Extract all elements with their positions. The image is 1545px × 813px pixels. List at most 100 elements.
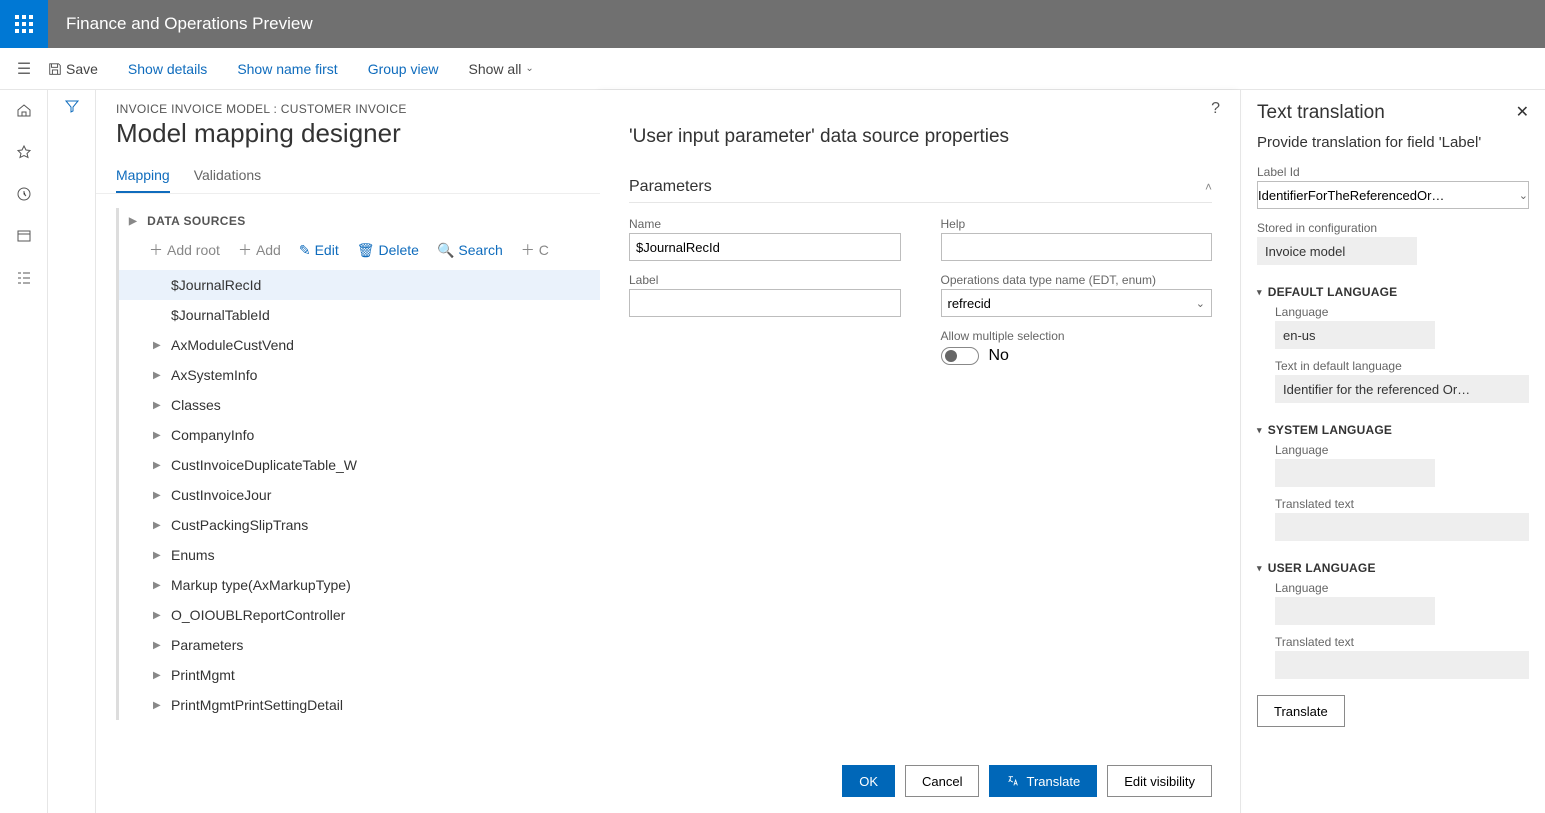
search-button[interactable]: 🔍Search (437, 242, 503, 259)
chevron-down-icon: ⌄ (1519, 189, 1528, 202)
tree-item[interactable]: ▶CustInvoiceDuplicateTable_W (119, 450, 600, 480)
show-all-button[interactable]: Show all ⌄ (469, 61, 534, 77)
workspaces-icon[interactable] (14, 226, 34, 246)
tab-mapping[interactable]: Mapping (116, 159, 170, 193)
pencil-icon: ✎ (299, 242, 311, 259)
recent-icon[interactable] (14, 184, 34, 204)
left-nav-rail (0, 90, 48, 813)
chevron-down-icon: ⌄ (525, 63, 533, 74)
default-language-group-header[interactable]: ▾DEFAULT LANGUAGE (1257, 285, 1529, 299)
hamburger-button[interactable]: ☰ (0, 59, 48, 79)
tree-item[interactable]: ▶CustInvoiceJour (119, 480, 600, 510)
show-all-label: Show all (469, 61, 522, 77)
user-text-label: Translated text (1275, 635, 1529, 649)
filter-icon[interactable] (48, 98, 95, 119)
tree-item[interactable]: ▶Classes (119, 390, 600, 420)
allow-multiple-label: Allow multiple selection (941, 329, 1213, 343)
system-language-group-header[interactable]: ▾SYSTEM LANGUAGE (1257, 423, 1529, 437)
name-field-label: Name (629, 217, 901, 231)
tree-item-label: Parameters (171, 637, 243, 653)
properties-dialog: ? 'User input parameter' data source pro… (600, 90, 1240, 813)
home-icon[interactable] (14, 100, 34, 120)
plus-icon: ＋ (238, 240, 252, 260)
parameters-section-header[interactable]: Parameters ˄ (629, 178, 1212, 203)
tree-item-label: O_OIOUBLReportController (171, 607, 345, 623)
expand-icon: ▶ (153, 520, 171, 531)
add-root-button[interactable]: ＋Add root (149, 240, 220, 260)
label-field[interactable] (629, 289, 901, 317)
modules-icon[interactable] (14, 268, 34, 288)
label-field-label: Label (629, 273, 901, 287)
save-label: Save (66, 61, 98, 77)
translate-button-label: Translate (1026, 774, 1080, 789)
tree-item[interactable]: ▶AxSystemInfo (119, 360, 600, 390)
system-text-label: Translated text (1275, 497, 1529, 511)
chevron-right-icon: ▶ (129, 216, 137, 227)
data-sources-header[interactable]: ▶ DATA SOURCES (119, 208, 600, 234)
save-button[interactable]: Save (48, 61, 98, 77)
label-id-label: Label Id (1257, 165, 1529, 179)
tree-item[interactable]: ▶CompanyInfo (119, 420, 600, 450)
group-view-button[interactable]: Group view (368, 61, 439, 77)
plus-icon: ＋ (149, 240, 163, 260)
tree-item[interactable]: ▶PrintMgmt (119, 660, 600, 690)
more-button[interactable]: ＋C (521, 240, 549, 260)
plus-icon: ＋ (521, 240, 535, 260)
expand-icon: ▶ (153, 430, 171, 441)
tree-item-label: Markup type(AxMarkupType) (171, 577, 351, 593)
command-bar: ☰ Save Show details Show name first Grou… (0, 48, 1545, 90)
tree-item-label: CustInvoiceDuplicateTable_W (171, 457, 357, 473)
edt-field[interactable]: refrecid ⌄ (941, 289, 1213, 317)
show-name-first-button[interactable]: Show name first (237, 61, 337, 77)
filter-column (48, 90, 96, 813)
tree-item[interactable]: $JournalRecId (119, 270, 600, 300)
help-field[interactable] (941, 233, 1213, 261)
tree-item[interactable]: ▶CustPackingSlipTrans (119, 510, 600, 540)
allow-multiple-toggle[interactable] (941, 347, 979, 365)
tree-item-label: CustInvoiceJour (171, 487, 271, 503)
tree-item-label: Classes (171, 397, 221, 413)
tree-item[interactable]: ▶Markup type(AxMarkupType) (119, 570, 600, 600)
tree-item[interactable]: ▶Parameters (119, 630, 600, 660)
ok-button[interactable]: OK (842, 765, 895, 797)
show-details-button[interactable]: Show details (128, 61, 207, 77)
tree-item[interactable]: ▶PrintMgmtPrintSettingDetail (119, 690, 600, 720)
user-language-group-header[interactable]: ▾USER LANGUAGE (1257, 561, 1529, 575)
edit-visibility-button[interactable]: Edit visibility (1107, 765, 1212, 797)
section-label: Parameters (629, 178, 712, 196)
help-icon[interactable]: ? (1211, 100, 1220, 118)
expand-icon: ▶ (153, 700, 171, 711)
app-launcher-button[interactable] (0, 0, 48, 48)
default-text-value: Identifier for the referenced Or… (1275, 375, 1529, 403)
stored-config-label: Stored in configuration (1257, 221, 1529, 235)
tree-item-label: CustPackingSlipTrans (171, 517, 308, 533)
tree-item-label: AxModuleCustVend (171, 337, 294, 353)
label-id-dropdown[interactable]: IdentifierForTheReferencedOr… ⌄ (1257, 181, 1529, 209)
expand-icon: ▶ (153, 640, 171, 651)
close-icon[interactable]: ✕ (1516, 102, 1529, 122)
tab-bar: Mapping Validations (96, 159, 600, 194)
edit-button[interactable]: ✎Edit (299, 242, 339, 259)
help-field-label: Help (941, 217, 1213, 231)
delete-button[interactable]: 🗑Delete (357, 242, 419, 259)
expand-icon: ▶ (153, 550, 171, 561)
expand-icon: ▶ (153, 460, 171, 471)
page-title: Model mapping designer (96, 118, 600, 159)
tree-item[interactable]: $JournalTableId (119, 300, 600, 330)
translate-button[interactable]: Translate (989, 765, 1097, 797)
tree-item-label: PrintMgmt (171, 667, 235, 683)
tree-item[interactable]: ▶O_OIOUBLReportController (119, 600, 600, 630)
save-icon (48, 62, 62, 76)
translate-action-button[interactable]: Translate (1257, 695, 1345, 727)
name-field[interactable] (629, 233, 901, 261)
tree-item[interactable]: ▶AxModuleCustVend (119, 330, 600, 360)
user-lang-label: Language (1275, 581, 1529, 595)
tree-item[interactable]: ▶Enums (119, 540, 600, 570)
add-button[interactable]: ＋Add (238, 240, 281, 260)
tree-item-label: AxSystemInfo (171, 367, 257, 383)
breadcrumb: INVOICE INVOICE MODEL : CUSTOMER INVOICE (96, 90, 600, 118)
tree-item-label: PrintMgmtPrintSettingDetail (171, 697, 343, 713)
tab-validations[interactable]: Validations (194, 159, 261, 193)
cancel-button[interactable]: Cancel (905, 765, 979, 797)
favorite-icon[interactable] (14, 142, 34, 162)
